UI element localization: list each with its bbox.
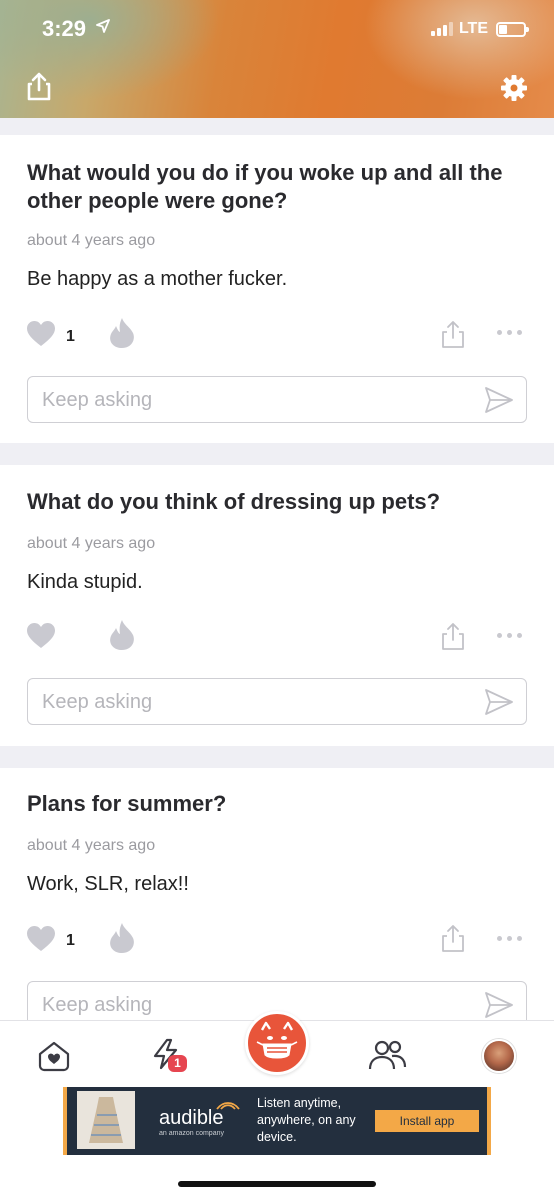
ad-copy: Listen anytime, anywhere, on any device.: [257, 1096, 356, 1144]
like-count: 1: [66, 932, 75, 949]
heart-icon[interactable]: [26, 320, 56, 347]
heart-icon[interactable]: [26, 925, 56, 952]
settings-gear-icon[interactable]: [500, 74, 528, 102]
keep-asking-placeholder: Keep asking: [42, 389, 153, 411]
tab-friends-icon[interactable]: [368, 1039, 408, 1071]
more-options-icon[interactable]: [497, 936, 522, 941]
share-icon[interactable]: [26, 72, 52, 102]
keep-asking-placeholder: Keep asking: [42, 994, 153, 1016]
status-time: 3:29: [42, 16, 87, 41]
send-icon[interactable]: [484, 991, 514, 1019]
ask-button[interactable]: [245, 1011, 309, 1075]
share-icon[interactable]: [440, 320, 466, 350]
install-app-button[interactable]: Install app: [375, 1110, 479, 1132]
ad-brand: audible: [159, 1107, 224, 1129]
location-arrow-icon: [96, 19, 110, 33]
more-options-icon[interactable]: [497, 633, 522, 638]
tab-profile-avatar[interactable]: [482, 1039, 516, 1073]
home-indicator[interactable]: [178, 1181, 376, 1187]
answer-text: Kinda stupid.: [27, 571, 143, 593]
heart-icon[interactable]: [26, 622, 56, 649]
more-options-icon[interactable]: [497, 330, 522, 335]
fire-icon[interactable]: [108, 619, 136, 651]
answer-timestamp: about 4 years ago: [27, 232, 156, 249]
feed-divider: [0, 746, 554, 768]
battery-icon: [496, 21, 529, 37]
ad-product-image: [77, 1091, 135, 1149]
question-title[interactable]: What do you think of dressing up pets?: [27, 488, 517, 516]
masked-mascot-icon: [256, 1021, 298, 1059]
answer-text: Work, SLR, relax!!: [27, 873, 189, 895]
answer-text: Be happy as a mother fucker.: [27, 268, 288, 290]
dress-image: [89, 1097, 123, 1143]
feed-divider: [0, 443, 554, 465]
header: 3:29 LTE: [0, 0, 554, 118]
answer-timestamp: about 4 years ago: [27, 535, 156, 552]
feed-divider: [0, 118, 554, 135]
audible-ad-banner[interactable]: audible an amazon company Listen anytime…: [63, 1087, 491, 1155]
share-icon[interactable]: [440, 622, 466, 652]
status-indicators: LTE: [430, 20, 529, 38]
send-icon[interactable]: [484, 688, 514, 716]
fire-icon[interactable]: [108, 317, 136, 349]
network-label: LTE: [458, 20, 488, 37]
notification-badge: 1: [168, 1055, 187, 1072]
answer-timestamp: about 4 years ago: [27, 837, 156, 854]
fire-icon[interactable]: [108, 922, 136, 954]
keep-asking-placeholder: Keep asking: [42, 691, 153, 713]
keep-asking-input[interactable]: Keep asking: [27, 678, 527, 725]
share-icon[interactable]: [440, 924, 466, 954]
tab-home-heart-icon[interactable]: [36, 1040, 72, 1072]
audible-waves-icon: [216, 1102, 240, 1110]
send-icon[interactable]: [484, 386, 514, 414]
like-count: 1: [66, 328, 75, 345]
ad-brand-sub: an amazon company: [159, 1130, 224, 1137]
question-title[interactable]: What would you do if you woke up and all…: [27, 159, 517, 215]
question-title[interactable]: Plans for summer?: [27, 790, 517, 818]
keep-asking-input[interactable]: Keep asking: [27, 376, 527, 423]
signal-icon: [430, 22, 453, 36]
